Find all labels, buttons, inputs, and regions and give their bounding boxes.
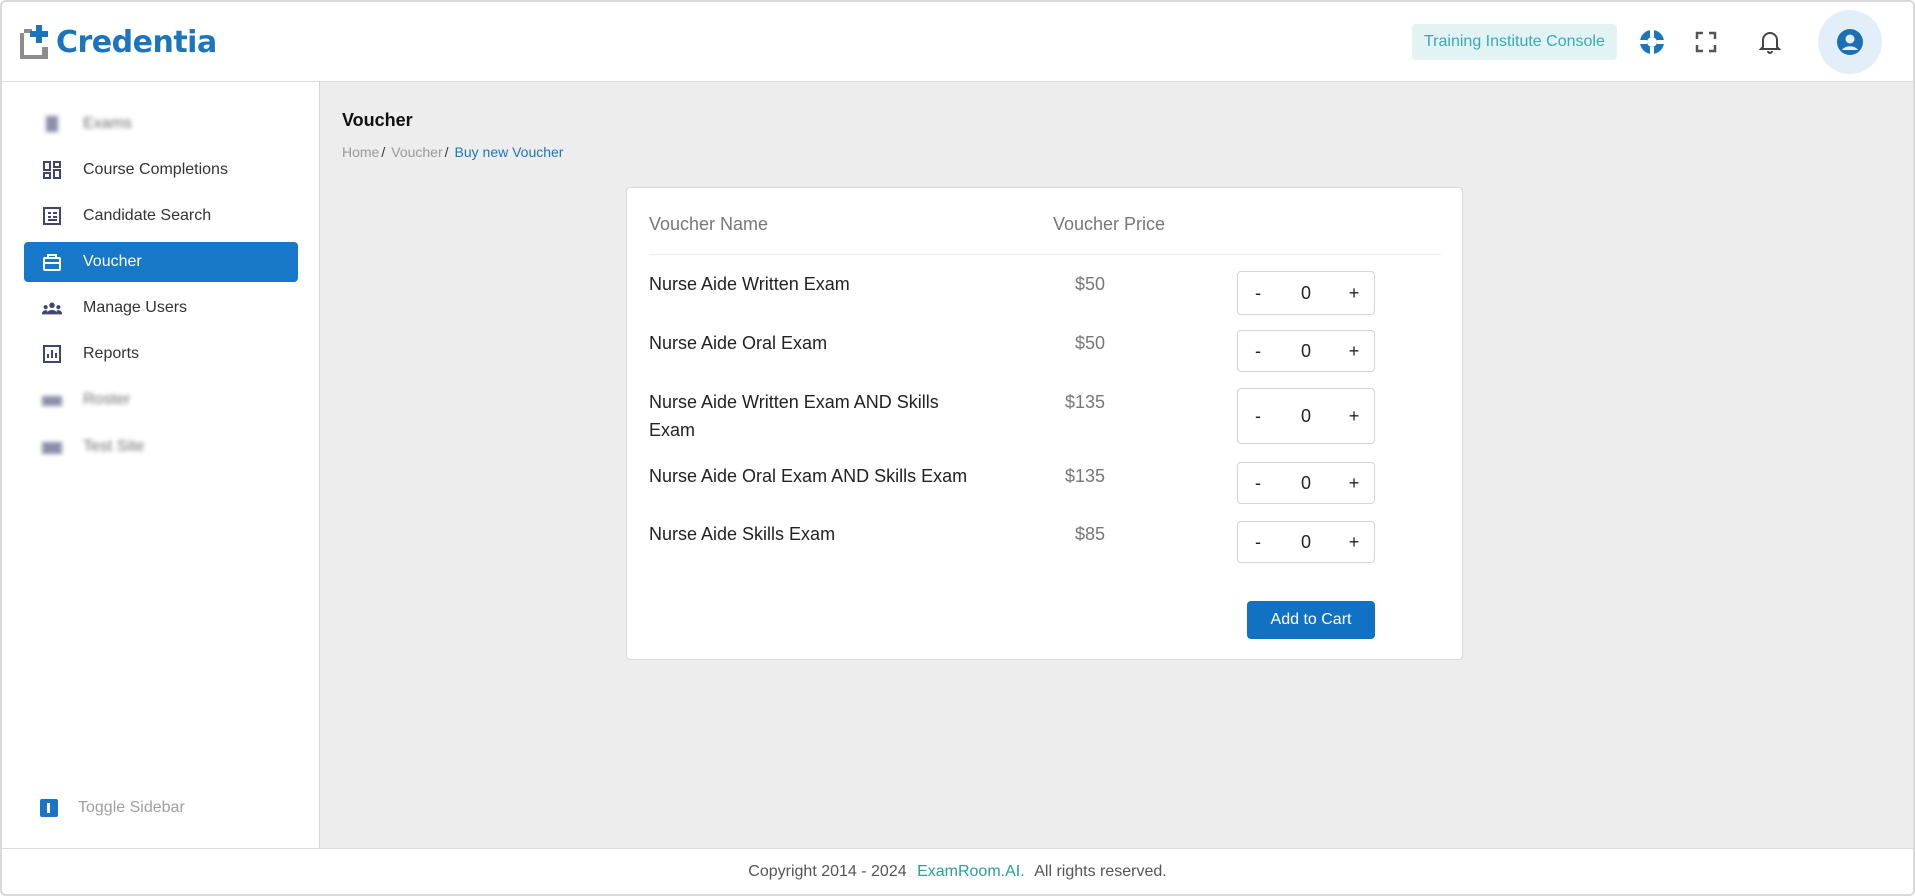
book-icon bbox=[42, 114, 62, 134]
voucher-price: $135 bbox=[1064, 466, 1105, 486]
bell-icon[interactable] bbox=[1754, 26, 1786, 58]
quantity-stepper: - 0 + bbox=[1237, 388, 1375, 444]
decrement-button[interactable]: - bbox=[1238, 341, 1278, 362]
sidebar-item-label: Test Site bbox=[83, 438, 145, 455]
sidebar-item-reports[interactable]: Reports bbox=[24, 334, 298, 374]
increment-button[interactable]: + bbox=[1334, 473, 1374, 494]
breadcrumb: Home / Voucher / Buy new Voucher bbox=[342, 144, 563, 160]
increment-button[interactable]: + bbox=[1334, 283, 1374, 304]
voucher-price: $50 bbox=[1074, 274, 1105, 294]
quantity-stepper: - 0 + bbox=[1237, 330, 1375, 372]
voucher-icon bbox=[42, 252, 62, 272]
roster-icon bbox=[42, 390, 62, 410]
breadcrumb-separator: / bbox=[381, 144, 386, 160]
sidebar-item-label: Exams bbox=[83, 115, 132, 132]
voucher-name: Nurse Aide Oral Exam AND Skills Exam bbox=[649, 466, 968, 486]
voucher-name: Nurse Aide Written Exam bbox=[649, 274, 850, 294]
sidebar-item-label: Manage Users bbox=[83, 299, 188, 316]
increment-button[interactable]: + bbox=[1334, 532, 1374, 553]
sidebar-item-candidate-search[interactable]: Candidate Search bbox=[24, 196, 298, 236]
voucher-name: Nurse Aide Skills Exam bbox=[649, 524, 836, 544]
top-header: Credentia Training Institute Console bbox=[2, 2, 1913, 82]
sidebar-item-roster[interactable]: Roster bbox=[24, 380, 298, 420]
quantity-stepper: - 0 + bbox=[1237, 462, 1375, 504]
header-voucher-price: Voucher Price bbox=[1053, 214, 1166, 234]
voucher-price: $50 bbox=[1074, 333, 1105, 353]
toggle-sidebar-label: Toggle Sidebar bbox=[78, 799, 185, 816]
dashboard-icon bbox=[42, 160, 62, 180]
toggle-sidebar-button[interactable]: Toggle Sidebar bbox=[40, 796, 185, 820]
decrement-button[interactable]: - bbox=[1238, 283, 1278, 304]
credentia-logo[interactable]: Credentia bbox=[18, 22, 217, 62]
sidebar-item-label: Candidate Search bbox=[83, 207, 212, 224]
rights-text: All rights reserved. bbox=[1034, 863, 1167, 880]
decrement-button[interactable]: - bbox=[1238, 406, 1278, 427]
console-badge[interactable]: Training Institute Console bbox=[1412, 24, 1617, 60]
increment-button[interactable]: + bbox=[1334, 406, 1374, 427]
voucher-price: $85 bbox=[1074, 524, 1105, 544]
sidebar-item-label: Reports bbox=[83, 345, 140, 362]
breadcrumb-current: Buy new Voucher bbox=[454, 144, 564, 160]
quantity-value[interactable]: 0 bbox=[1278, 341, 1334, 362]
breadcrumb-separator: / bbox=[444, 144, 449, 160]
logo-text: Credentia bbox=[56, 24, 217, 60]
examroom-link[interactable]: ExamRoom.AI. bbox=[917, 863, 1025, 880]
voucher-name: Nurse Aide Written Exam AND Skills Exam bbox=[649, 392, 939, 440]
voucher-price: $135 bbox=[1064, 392, 1105, 412]
breadcrumb-voucher[interactable]: Voucher bbox=[391, 144, 442, 160]
header-divider bbox=[649, 254, 1441, 255]
quantity-value[interactable]: 0 bbox=[1278, 532, 1334, 553]
breadcrumb-home[interactable]: Home bbox=[342, 144, 379, 160]
toggle-sidebar-icon bbox=[40, 799, 58, 817]
account-avatar[interactable] bbox=[1818, 10, 1882, 74]
sidebar-item-label: Roster bbox=[83, 391, 131, 408]
quantity-stepper: - 0 + bbox=[1237, 521, 1375, 563]
candidate-search-icon bbox=[42, 206, 62, 226]
decrement-button[interactable]: - bbox=[1238, 473, 1278, 494]
main-content: Voucher Home / Voucher / Buy new Voucher… bbox=[320, 82, 1913, 848]
increment-button[interactable]: + bbox=[1334, 341, 1374, 362]
fullscreen-icon[interactable] bbox=[1690, 26, 1722, 58]
voucher-card: Voucher Name Voucher Price Nurse Aide Wr… bbox=[626, 187, 1463, 660]
logo-mark-icon bbox=[18, 25, 52, 59]
quantity-stepper: - 0 + bbox=[1237, 271, 1375, 315]
support-icon[interactable] bbox=[1636, 26, 1668, 58]
sidebar-item-voucher[interactable]: Voucher bbox=[24, 242, 298, 282]
account-icon bbox=[1837, 29, 1863, 55]
copyright-text: Copyright 2014 - 2024 bbox=[748, 863, 907, 880]
sidebar-item-manage-users[interactable]: Manage Users bbox=[24, 288, 298, 328]
header-voucher-name: Voucher Name bbox=[649, 214, 769, 234]
app-window: Credentia Training Institute Console Exa… bbox=[0, 0, 1915, 896]
reports-icon bbox=[42, 344, 62, 364]
page-title: Voucher bbox=[342, 110, 413, 130]
quantity-value[interactable]: 0 bbox=[1278, 473, 1334, 494]
sidebar-item-label: Voucher bbox=[83, 253, 142, 270]
sidebar-item-label: Course Completions bbox=[83, 161, 228, 178]
quantity-value[interactable]: 0 bbox=[1278, 406, 1334, 427]
sidebar: Exams Course Completions Candidate Searc… bbox=[2, 82, 320, 848]
voucher-name: Nurse Aide Oral Exam bbox=[649, 333, 828, 353]
users-icon bbox=[42, 298, 62, 318]
test-site-icon bbox=[42, 437, 62, 457]
decrement-button[interactable]: - bbox=[1238, 532, 1278, 553]
footer: Copyright 2014 - 2024 ExamRoom.AI. All r… bbox=[2, 848, 1913, 894]
sidebar-item-test-site[interactable]: Test Site bbox=[24, 427, 298, 467]
quantity-value[interactable]: 0 bbox=[1278, 283, 1334, 304]
add-to-cart-button[interactable]: Add to Cart bbox=[1247, 601, 1375, 639]
sidebar-item-exams[interactable]: Exams bbox=[24, 104, 298, 144]
sidebar-item-course-completions[interactable]: Course Completions bbox=[24, 150, 298, 190]
